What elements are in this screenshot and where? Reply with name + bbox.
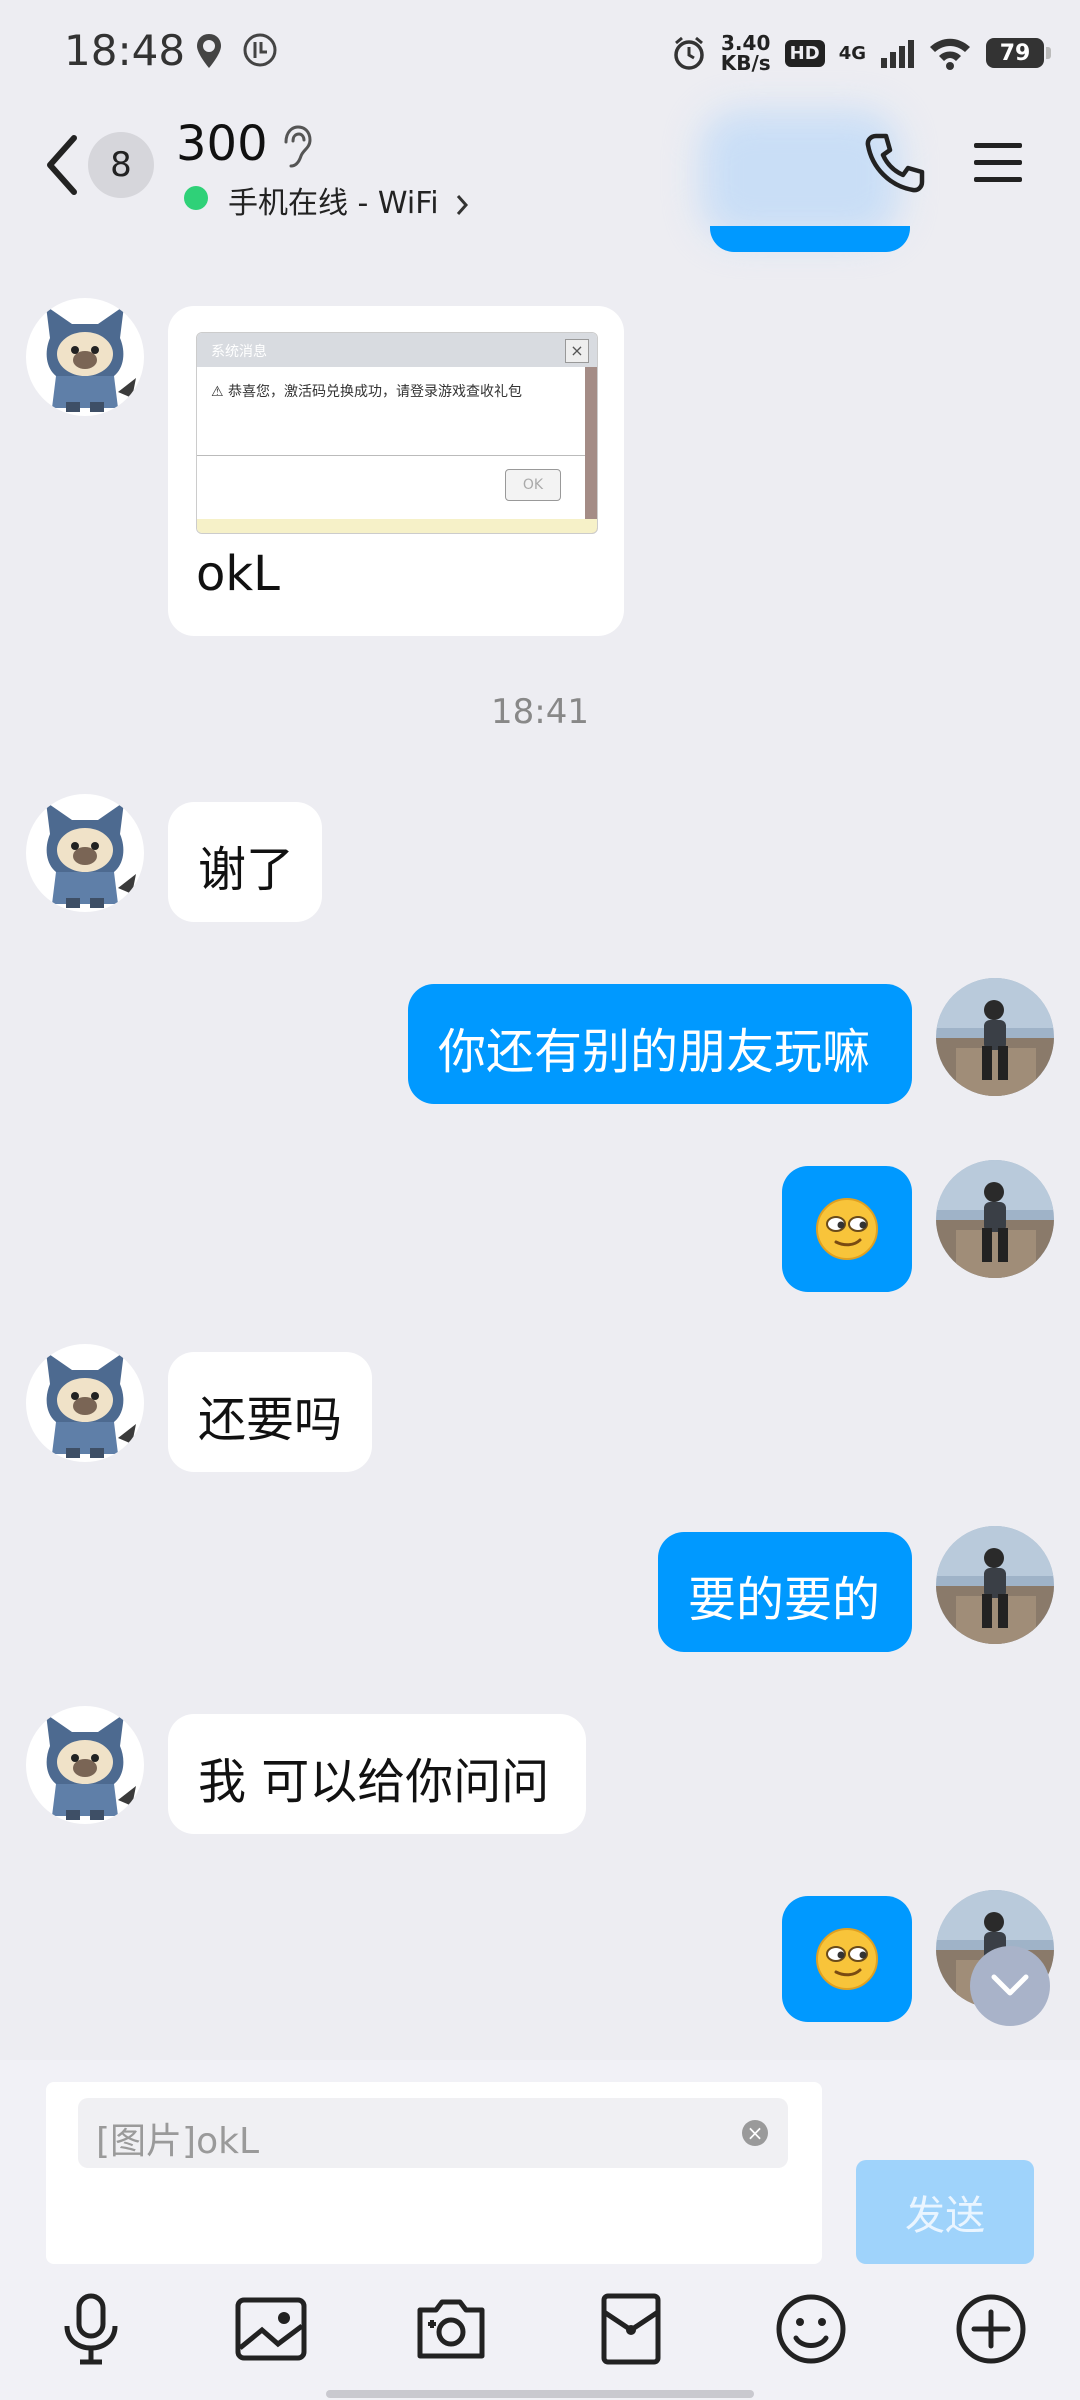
contact-avatar[interactable] bbox=[26, 794, 144, 912]
cat-avatar-icon bbox=[26, 1344, 144, 1462]
app-notification-icon bbox=[243, 33, 277, 67]
plus-icon[interactable] bbox=[952, 2290, 1030, 2368]
my-avatar[interactable] bbox=[936, 1160, 1054, 1278]
quoted-reply-text: [图片]okL bbox=[96, 2121, 260, 2162]
online-status-text: 手机在线 - WiFi bbox=[228, 186, 439, 221]
message-text: 要的要的 bbox=[688, 1572, 881, 1628]
outgoing-message-bubble[interactable]: 你还有别的朋友玩嘛 bbox=[408, 984, 912, 1104]
chevron-down-icon bbox=[991, 1974, 1029, 1996]
image-attachment[interactable]: 系统消息 × ⚠ 恭喜您，激活码兑换成功，请登录游戏查收礼包 OK bbox=[196, 332, 598, 534]
message-text: 还要吗 bbox=[198, 1392, 343, 1448]
network-speed: 3.40 KB/s bbox=[720, 31, 771, 75]
chat-header: 8 300 手机在线 - WiFi bbox=[0, 100, 1080, 240]
status-indicators: 3.40 KB/s HD 4G 79 bbox=[671, 28, 1051, 78]
image-caption: okL bbox=[196, 546, 280, 602]
back-arrow-icon[interactable] bbox=[40, 132, 84, 198]
outgoing-emoji-bubble[interactable] bbox=[782, 1896, 912, 2022]
cell-signal-icon bbox=[881, 40, 914, 68]
message-input[interactable]: [图片]okL × bbox=[46, 2082, 822, 2264]
my-avatar[interactable] bbox=[936, 978, 1054, 1096]
smirk-emoji-icon bbox=[816, 1198, 878, 1260]
composer: [图片]okL × 发送 bbox=[0, 2060, 1080, 2400]
chevron-right-icon bbox=[457, 194, 469, 215]
message-timestamp: 18:41 bbox=[491, 692, 589, 732]
message-text: 你还有别的朋友玩嘛 bbox=[438, 1024, 871, 1080]
cat-avatar-icon bbox=[26, 794, 144, 912]
cat-avatar-icon bbox=[26, 1706, 144, 1824]
smirk-emoji-icon bbox=[816, 1928, 878, 1990]
quoted-reply[interactable]: [图片]okL × bbox=[78, 2098, 788, 2168]
contact-name[interactable]: 300 bbox=[176, 116, 268, 172]
image-message-bubble[interactable]: 系统消息 × ⚠ 恭喜您，激活码兑换成功，请登录游戏查收礼包 OK okL bbox=[168, 306, 624, 636]
user-photo-icon bbox=[936, 1160, 1054, 1278]
image-icon[interactable] bbox=[232, 2290, 310, 2368]
battery-indicator: 79 bbox=[986, 38, 1051, 68]
mic-icon[interactable] bbox=[52, 2290, 130, 2368]
contact-avatar[interactable] bbox=[26, 1706, 144, 1824]
image-divider bbox=[197, 455, 597, 456]
message-text: 我 可以给你问问 bbox=[198, 1754, 550, 1810]
wifi-icon bbox=[930, 38, 970, 70]
unread-count-badge[interactable]: 8 bbox=[88, 132, 154, 198]
online-status-dot bbox=[184, 186, 208, 210]
image-ok-button: OK bbox=[505, 469, 561, 501]
phone-call-icon[interactable] bbox=[862, 130, 928, 196]
incoming-message-bubble[interactable]: 还要吗 bbox=[168, 1352, 372, 1472]
image-side-strip bbox=[585, 367, 597, 533]
contact-avatar[interactable] bbox=[26, 298, 144, 416]
previous-message-edge bbox=[710, 226, 910, 252]
hd-badge: HD bbox=[784, 39, 825, 67]
user-photo-icon bbox=[936, 1526, 1054, 1644]
clear-quote-icon[interactable]: × bbox=[742, 2120, 768, 2146]
message-list[interactable]: 系统消息 × ⚠ 恭喜您，激活码兑换成功，请登录游戏查收礼包 OK okL 18… bbox=[0, 226, 1080, 2060]
send-button[interactable]: 发送 bbox=[856, 2160, 1034, 2264]
signal-type: 4G bbox=[838, 42, 866, 64]
menu-icon[interactable] bbox=[972, 140, 1024, 186]
composer-toolbar bbox=[0, 2290, 1080, 2370]
outgoing-message-bubble[interactable]: 要的要的 bbox=[658, 1532, 912, 1652]
cat-avatar-icon bbox=[26, 298, 144, 416]
alarm-icon bbox=[673, 36, 704, 70]
outgoing-emoji-bubble[interactable] bbox=[782, 1166, 912, 1292]
user-photo-icon bbox=[936, 978, 1054, 1096]
incoming-message-bubble[interactable]: 谢了 bbox=[168, 802, 322, 922]
image-bottom-strip bbox=[197, 519, 597, 533]
ear-icon[interactable] bbox=[278, 124, 314, 170]
my-avatar[interactable] bbox=[936, 1526, 1054, 1644]
home-indicator[interactable] bbox=[326, 2390, 754, 2398]
red-packet-icon[interactable] bbox=[592, 2290, 670, 2368]
image-message-text: ⚠ 恭喜您，激活码兑换成功，请登录游戏查收礼包 bbox=[211, 384, 523, 400]
incoming-message-bubble[interactable]: 我 可以给你问问 bbox=[168, 1714, 586, 1834]
status-bar: 18:48 3.40 KB/s HD 4G 79 bbox=[0, 0, 1080, 100]
message-text: 谢了 bbox=[198, 842, 295, 898]
location-icon bbox=[197, 34, 221, 68]
scroll-to-bottom-button[interactable] bbox=[970, 1946, 1050, 2026]
image-close-icon: × bbox=[565, 339, 589, 363]
status-time: 18:48 bbox=[64, 26, 186, 75]
camera-icon[interactable] bbox=[412, 2290, 490, 2368]
online-status-link[interactable]: 手机在线 - WiFi bbox=[228, 178, 470, 222]
image-window-titlebar: 系统消息 bbox=[197, 333, 597, 367]
contact-avatar[interactable] bbox=[26, 1344, 144, 1462]
emoji-icon[interactable] bbox=[772, 2290, 850, 2368]
